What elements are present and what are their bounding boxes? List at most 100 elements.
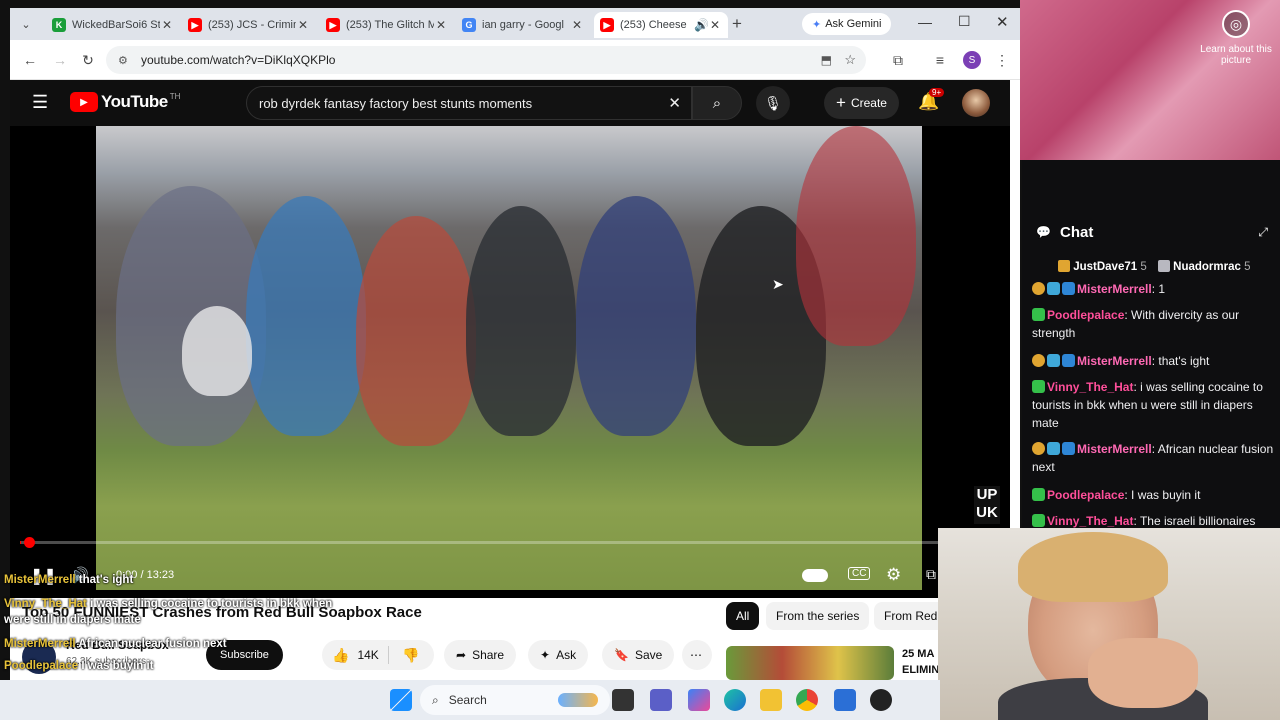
chat-message: MisterMerrell: 1 <box>1032 280 1277 298</box>
chat-username[interactable]: MisterMerrell <box>1077 354 1152 368</box>
bookmark-star-icon[interactable]: ☆ <box>844 52 856 68</box>
youtube-search-input[interactable]: rob dyrdek fantasy factory best stunts m… <box>246 86 692 120</box>
media-control-icon[interactable]: ≡ <box>930 50 950 70</box>
back-icon[interactable]: ← <box>20 50 40 70</box>
tab-search-icon[interactable]: ⌄ <box>16 14 36 34</box>
watermark-uk: UK <box>976 504 998 521</box>
store-icon[interactable] <box>834 689 856 711</box>
youtube-header: ☰ ▶ YouTube TH rob dyrdek fantasy factor… <box>10 80 1010 126</box>
ask-gemini-button[interactable]: ✦ Ask Gemini <box>802 13 892 35</box>
browser-tab[interactable]: ▶ (253) Cheese 🔊 ✕ <box>594 12 728 38</box>
browser-tab[interactable]: ▶ (253) JCS - Crimin ✕ <box>182 12 316 38</box>
maximize-button[interactable]: ☐ <box>958 13 971 30</box>
teams-icon[interactable] <box>650 689 672 711</box>
cursor-icon: ➤ <box>772 276 784 292</box>
filter-chip[interactable]: All <box>726 602 760 630</box>
task-view-icon[interactable] <box>612 689 634 711</box>
popout-chat-icon[interactable]: ⤢ <box>1258 225 1268 240</box>
reload-icon[interactable]: ↻ <box>78 50 98 70</box>
taskbar-search[interactable]: ⌕ Search <box>420 685 610 715</box>
clear-search-icon[interactable]: ✕ <box>668 94 681 112</box>
install-app-icon[interactable]: ⬒ <box>821 53 832 67</box>
vip-badge-icon <box>1032 488 1045 501</box>
browser-menu-icon[interactable]: ⋮ <box>992 50 1012 70</box>
file-explorer-icon[interactable] <box>760 689 782 711</box>
thumbs-down-icon[interactable]: 👎 <box>402 647 419 664</box>
youtube-page: ☰ ▶ YouTube TH rob dyrdek fantasy factor… <box>10 80 1010 680</box>
gemini-icon: ✦ <box>812 18 822 31</box>
profile-avatar[interactable]: S <box>963 51 981 69</box>
filter-chip[interactable]: From the series <box>766 602 870 630</box>
chat-username[interactable]: MisterMerrell <box>1077 442 1152 456</box>
ask-gemini-label: Ask Gemini <box>825 18 882 30</box>
chat-username[interactable]: Vinny_The_Hat <box>1047 380 1133 394</box>
pinned-count-2: 5 <box>1244 261 1251 273</box>
captions-button[interactable]: CC <box>848 567 871 580</box>
search-button[interactable]: ⌕ <box>692 86 742 120</box>
scrubber-handle[interactable] <box>24 537 35 548</box>
recommended-title-1[interactable]: 25 MA <box>902 648 934 660</box>
chrome-icon[interactable] <box>796 689 818 711</box>
overlay-chat-line: Poodlepalace I was buyin it <box>4 660 154 672</box>
tab-title: ian garry - Googl <box>482 19 564 31</box>
new-tab-button[interactable]: + <box>732 14 742 34</box>
recommended-title-2[interactable]: ELIMIN <box>902 664 939 676</box>
hamburger-menu-icon[interactable]: ☰ <box>32 92 48 113</box>
chat-message: Vinny_The_Hat: i was selling cocaine to … <box>1032 380 1263 430</box>
tab-close-icon[interactable]: ✕ <box>434 18 448 32</box>
autoplay-toggle[interactable] <box>802 569 828 582</box>
miniplayer-icon[interactable]: ⧉ <box>926 566 936 583</box>
settings-gear-icon[interactable]: ⚙ <box>886 565 901 585</box>
sub-badge-icon <box>1032 282 1045 295</box>
search-icon: ⌕ <box>432 692 439 707</box>
gift-badge-icon <box>1047 282 1060 295</box>
chat-username[interactable]: Vinny_The_Hat <box>1047 514 1133 528</box>
tab-close-icon[interactable]: ✕ <box>160 18 174 32</box>
progress-bar[interactable] <box>20 537 1000 548</box>
voice-search-button[interactable]: 🎙 <box>756 86 790 120</box>
notifications-button[interactable]: 🔔 9+ <box>918 88 945 112</box>
edge-icon[interactable] <box>724 689 746 711</box>
tab-close-icon[interactable]: ✕ <box>708 18 722 32</box>
tab-audio-icon[interactable]: 🔊 <box>694 18 709 32</box>
pinned-user-2[interactable]: Nuadormrac <box>1173 261 1241 273</box>
forward-icon[interactable]: → <box>50 50 70 70</box>
extensions-icon[interactable]: ⧉ <box>888 50 908 70</box>
browser-tab[interactable]: K WickedBarSoi6 St ✕ <box>46 12 180 38</box>
more-actions-button[interactable]: ⋯ <box>682 640 712 670</box>
recommended-thumbnail[interactable] <box>726 646 894 680</box>
browser-tab[interactable]: Gian garry - Googl ✕ <box>456 12 590 38</box>
overlay-username: Vinny_The_Hat <box>4 598 87 610</box>
browser-tab[interactable]: ▶ (253) The Glitch M ✕ <box>320 12 454 38</box>
ask-button[interactable]: ✦ Ask <box>528 640 589 670</box>
like-button[interactable]: 👍 14K 👎 <box>322 640 434 670</box>
video-player[interactable]: UP UK UP UK ➤ ❚❚ 🔊 0:00 / 13:23 CC ⚙ ⧉ <box>10 126 1010 598</box>
minimize-button[interactable]: — <box>918 14 932 30</box>
chat-username[interactable]: Poodlepalace <box>1047 488 1124 502</box>
windows-start-icon[interactable] <box>390 689 412 711</box>
create-button[interactable]: + Create <box>824 87 899 119</box>
close-window-button[interactable]: ✕ <box>996 13 1009 31</box>
tab-close-icon[interactable]: ✕ <box>570 18 584 32</box>
app-icon[interactable] <box>870 689 892 711</box>
save-label: Save <box>634 648 663 662</box>
search-query-text: rob dyrdek fantasy factory best stunts m… <box>259 95 533 111</box>
tab-close-icon[interactable]: ✕ <box>296 18 310 32</box>
share-button[interactable]: ➦ Share <box>444 640 517 670</box>
account-avatar[interactable] <box>962 89 990 117</box>
overlay-chat-line: Vinny_The_Hat i was selling cocaine to t… <box>4 598 332 610</box>
chat-username[interactable]: MisterMerrell <box>1077 282 1152 296</box>
site-info-icon[interactable]: ⚙ <box>118 54 128 67</box>
tab-favicon-icon: G <box>462 18 476 32</box>
save-button[interactable]: 🔖 Save <box>602 640 675 670</box>
chat-username[interactable]: Poodlepalace <box>1047 308 1124 322</box>
video-frame[interactable]: UP UK <box>96 126 922 590</box>
youtube-logo[interactable]: ▶ YouTube TH <box>70 92 180 112</box>
address-bar[interactable]: ⚙ youtube.com/watch?v=DiKlqXQKPlo ⬒ ☆ <box>106 46 866 74</box>
chat-text: The israeli billionaires <box>1139 514 1256 528</box>
pinned-user-1[interactable]: JustDave71 <box>1073 261 1137 273</box>
chat-text: 1 <box>1158 282 1166 296</box>
copilot-icon[interactable] <box>688 689 710 711</box>
tab-favicon-icon: ▶ <box>326 18 340 32</box>
learn-about-picture-button[interactable]: ◎ Learn about this picture <box>1200 10 1272 66</box>
